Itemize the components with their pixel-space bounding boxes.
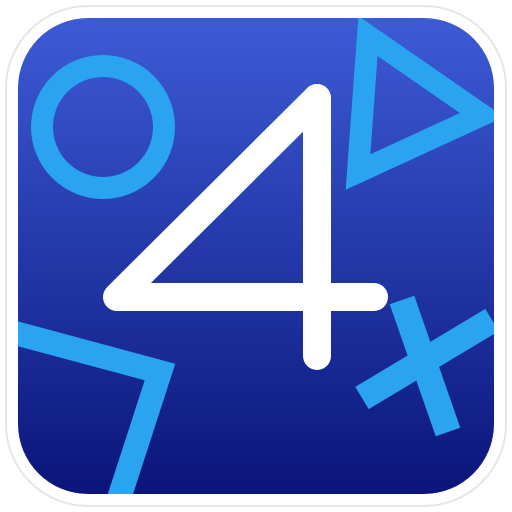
- app-icon-graphic: [5, 5, 507, 507]
- icon-tile-background: [18, 18, 494, 494]
- app-icon: 4: [0, 0, 512, 512]
